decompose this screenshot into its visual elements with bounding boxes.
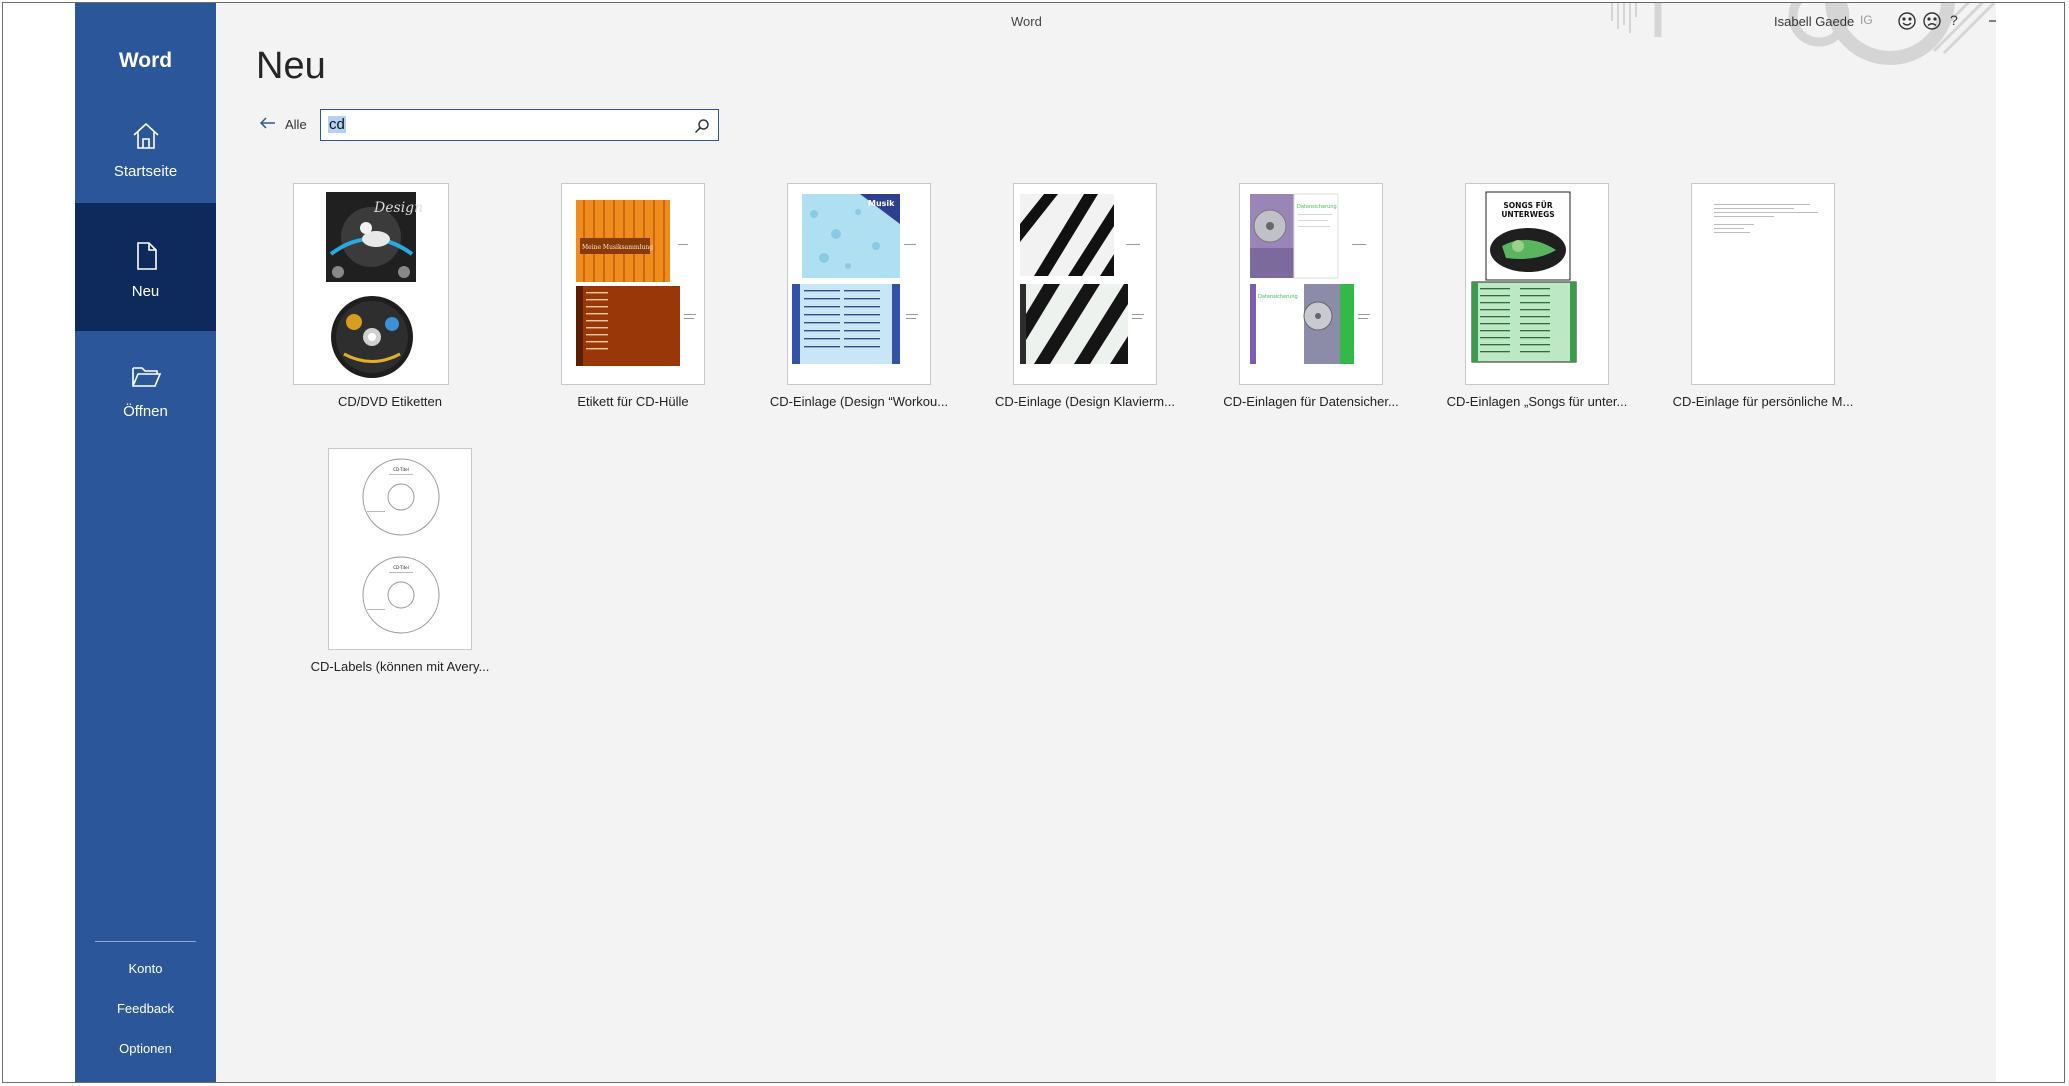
screen-frame: Word Startseite Neu Öffnen Konto Feedbac… [2, 2, 2065, 1083]
arrow-left-icon [259, 117, 275, 129]
nav-feedback[interactable]: Feedback [75, 1001, 216, 1016]
template-thumbnail: Datensicherung Datensicherung [1239, 183, 1383, 385]
template-label: CD-Einlagen „Songs für unter... [1446, 394, 1628, 409]
sidebar-divider [95, 941, 196, 942]
cd-case-label-preview: Meine Musiksammlung [576, 200, 696, 366]
minimize-icon[interactable] [1982, 9, 1996, 33]
user-name[interactable]: Isabell Gaede [1774, 14, 1854, 29]
word-backstage-window: Word Startseite Neu Öffnen Konto Feedbac… [75, 3, 1996, 1082]
thumb-cd-title-2: CD-Titel [393, 565, 409, 570]
cd-insert-personal-preview [1714, 204, 1818, 233]
nav-open[interactable]: Öffnen [75, 323, 216, 451]
cd-insert-piano-preview [1020, 194, 1144, 364]
cd-insert-songs-preview: SONGS FÜR UNTERWEGS [1471, 191, 1577, 363]
home-icon [133, 122, 159, 149]
thumb-daten-text-2: Datensicherung [1258, 294, 1298, 300]
template-search-box[interactable]: cd [320, 109, 719, 141]
window-title: Word [1011, 14, 1042, 29]
cd-labels-avery-preview: CD-Titel CD-Titel [362, 458, 440, 634]
user-avatar[interactable]: IG [1860, 13, 1873, 27]
backstage-sidebar: Word Startseite Neu Öffnen Konto Feedbac… [75, 3, 216, 1082]
template-thumbnail: Meine Musiksammlung [561, 183, 705, 385]
template-label: CD-Labels (können mit Avery... [310, 659, 490, 674]
thumb-cd-title-1: CD-Titel [393, 467, 409, 472]
cd-dvd-labels-preview: Design [326, 192, 423, 378]
template-label: CD-Einlage (Design Klavierm... [995, 394, 1175, 409]
thumb-songs-text-2: UNTERWEGS [1501, 210, 1554, 219]
template-label: CD-Einlage für persönliche M... [1672, 394, 1854, 409]
search-input[interactable]: cd [328, 116, 346, 133]
app-name: Word [118, 49, 173, 72]
template-thumbnail: SONGS FÜR UNTERWEGS [1465, 183, 1609, 385]
thumb-sammlung-text: Meine Musiksammlung [582, 244, 653, 251]
template-cd-dvd-labels[interactable]: Design CD/DVD Etiketten [290, 183, 490, 423]
template-cd-labels-avery[interactable]: CD-Titel CD-Titel CD-Labels (können mit … [290, 448, 490, 688]
frown-icon[interactable] [1920, 9, 1944, 33]
nav-account[interactable]: Konto [75, 961, 216, 976]
template-label: CD/DVD Etiketten [337, 394, 443, 409]
nav-new[interactable]: Neu [75, 203, 216, 331]
template-thumbnail: CD-Titel CD-Titel [328, 448, 472, 650]
template-thumbnail: Design [293, 183, 449, 385]
thumb-daten-text: Datensicherung [1297, 204, 1337, 210]
nav-home-label: Startseite [113, 163, 178, 180]
thumb-musik-text: Musik [868, 199, 895, 208]
template-cd-insert-personal[interactable]: CD-Einlage für persönliche M... [1653, 183, 1853, 423]
nav-open-label: Öffnen [123, 403, 168, 420]
cd-insert-workout-preview: Musik [792, 194, 918, 364]
template-label: CD-Einlagen für Datensicher... [1223, 394, 1399, 409]
template-cd-insert-piano[interactable]: CD-Einlage (Design Klavierm... [975, 183, 1175, 423]
page-title: Neu [256, 45, 326, 87]
search-icon[interactable] [693, 117, 711, 135]
template-cd-insert-backup[interactable]: Datensicherung Datensicherung CD-Einlage… [1201, 183, 1401, 423]
template-thumbnail: Musik [787, 183, 931, 385]
back-label: Alle [285, 117, 307, 132]
template-cd-insert-workout[interactable]: Musik CD-Einlage (Design “Workou... [749, 183, 949, 423]
template-thumbnail [1013, 183, 1157, 385]
nav-options[interactable]: Optionen [75, 1041, 216, 1056]
template-thumbnail [1691, 183, 1835, 385]
nav-new-label: Neu [131, 283, 160, 300]
help-button[interactable]: ? [1950, 12, 1958, 28]
template-label: CD-Einlage (Design “Workou... [769, 394, 949, 409]
new-document-icon [137, 242, 157, 270]
template-cd-insert-songs[interactable]: SONGS FÜR UNTERWEGS CD-Einlagen „Songs f… [1427, 183, 1627, 423]
title-bar: Word Isabell Gaede IG ? [216, 3, 1996, 65]
thumb-songs-text: SONGS FÜR [1503, 201, 1552, 210]
nav-home[interactable]: Startseite [75, 83, 216, 211]
thumb-design-text: Design [373, 200, 423, 216]
template-label: Etikett für CD-Hülle [577, 394, 689, 409]
cd-insert-backup-preview: Datensicherung Datensicherung [1250, 193, 1370, 364]
template-cd-case-label[interactable]: Meine Musiksammlung Etikett für CD-Hülle [523, 183, 723, 423]
smile-icon[interactable] [1895, 9, 1919, 33]
folder-open-icon [132, 367, 162, 387]
